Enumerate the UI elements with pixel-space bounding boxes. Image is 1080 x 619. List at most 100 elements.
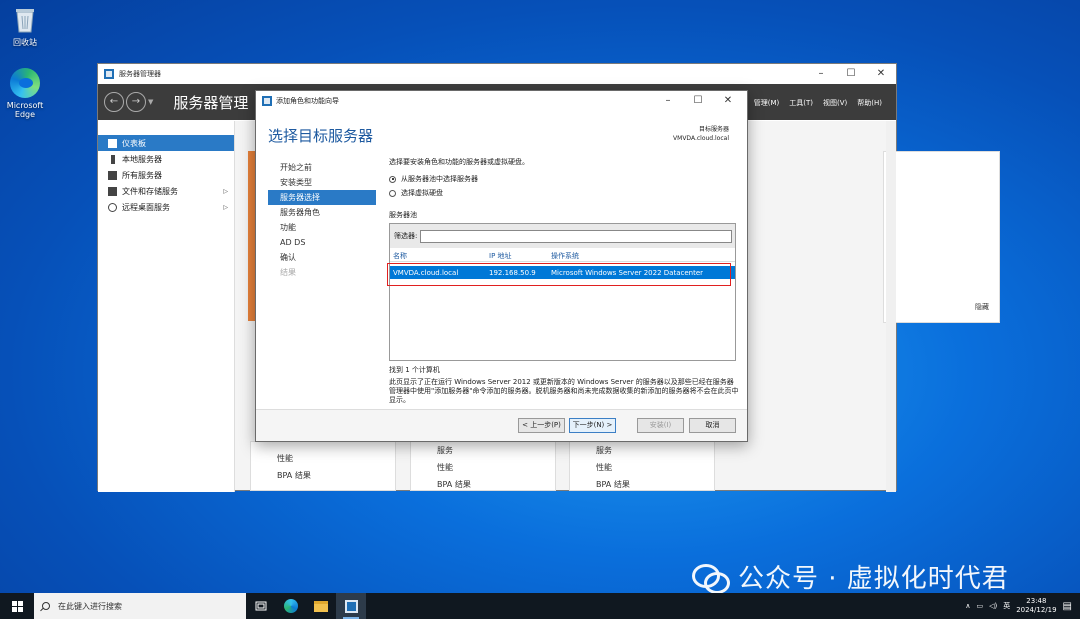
storage-icon xyxy=(108,186,117,196)
radio-unselected-icon xyxy=(389,189,396,197)
radio-server-pool[interactable]: 从服务器池中选择服务器 xyxy=(389,174,739,184)
column-name[interactable]: 名称 xyxy=(390,251,486,261)
recycle-bin-desktop-icon[interactable]: 回收站 xyxy=(0,6,50,48)
expand-arrow-icon[interactable]: ▷ xyxy=(223,204,228,211)
destination-label: 目标服务器 xyxy=(698,126,729,133)
minimize-button[interactable]: – xyxy=(806,64,836,84)
menu-view[interactable]: 视图(V) xyxy=(823,98,847,108)
step-ad-ds[interactable]: AD DS xyxy=(268,235,376,250)
welcome-panel: 隐藏 xyxy=(883,151,1000,323)
wizard-footer: < 上一步(P) 下一步(N) > 安装(I) 取消 xyxy=(256,409,747,441)
step-installation-type[interactable]: 安装类型 xyxy=(268,175,376,190)
destination-server: 目标服务器 VMVDA.cloud.local xyxy=(673,125,729,143)
found-count: 找到 1 个计算机 xyxy=(389,366,440,374)
nav-local-server[interactable]: 本地服务器 xyxy=(98,151,234,167)
task-view-icon xyxy=(255,601,267,611)
wizard-steps: 开始之前 安装类型 服务器选择 服务器角色 功能 AD DS 确认 结果 xyxy=(268,160,376,280)
server-pool-label: 服务器池 xyxy=(389,211,417,219)
tile-item[interactable]: BPA 结果 xyxy=(596,476,714,493)
radio-virtual-disk[interactable]: 选择虚拟硬盘 xyxy=(389,188,739,198)
wizard-maximize-button[interactable]: ☐ xyxy=(683,91,713,111)
taskbar: 在此键入进行搜索 ∧ ▭ ◁) 英 23:48 2024/12/19 ▤ xyxy=(0,593,1080,619)
tile-item[interactable]: 服务 xyxy=(437,442,555,459)
radio-selected-icon xyxy=(389,175,396,183)
previous-button[interactable]: < 上一步(P) xyxy=(518,418,565,433)
cancel-button[interactable]: 取消 xyxy=(689,418,736,433)
radio-label: 从服务器池中选择服务器 xyxy=(401,175,478,183)
clock[interactable]: 23:48 2024/12/19 xyxy=(1016,597,1056,615)
start-button[interactable] xyxy=(0,593,34,619)
column-ip[interactable]: IP 地址 xyxy=(486,251,548,261)
recycle-bin-icon xyxy=(12,6,38,34)
edge-icon xyxy=(284,599,298,613)
wizard-title: 添加角色和功能向导 xyxy=(276,97,339,105)
forward-button[interactable]: → xyxy=(126,92,146,112)
column-os[interactable]: 操作系统 xyxy=(548,251,579,261)
history-dropdown-icon[interactable]: ▼ xyxy=(148,98,153,106)
expand-arrow-icon[interactable]: ▷ xyxy=(223,188,228,195)
recycle-bin-label: 回收站 xyxy=(13,38,37,47)
network-icon[interactable]: ▭ xyxy=(976,602,983,610)
step-features[interactable]: 功能 xyxy=(268,220,376,235)
menu-tools[interactable]: 工具(T) xyxy=(789,98,813,108)
clock-time: 23:48 xyxy=(1026,597,1047,605)
nav-label: 远程桌面服务 xyxy=(122,202,170,212)
radio-label: 选择虚拟硬盘 xyxy=(401,189,443,197)
wizard-close-button[interactable]: ✕ xyxy=(713,91,743,111)
step-server-selection[interactable]: 服务器选择 xyxy=(268,190,376,205)
chevron-up-icon[interactable]: ∧ xyxy=(965,602,970,610)
wizard-heading: 选择目标服务器 xyxy=(268,127,374,145)
tile-item[interactable]: 性能 xyxy=(437,459,555,476)
folder-icon xyxy=(314,600,328,612)
taskbar-search[interactable]: 在此键入进行搜索 xyxy=(34,593,246,619)
server-note: 此页显示了正在运行 Windows Server 2012 或更新版本的 Win… xyxy=(389,378,739,404)
dashboard-icon xyxy=(108,138,117,148)
tile-item[interactable]: BPA 结果 xyxy=(277,467,395,484)
filter-input[interactable] xyxy=(420,229,733,243)
close-button[interactable]: ✕ xyxy=(866,64,896,84)
nav-file-storage[interactable]: 文件和存储服务 ▷ xyxy=(98,183,234,199)
step-confirmation[interactable]: 确认 xyxy=(268,250,376,265)
step-before-you-begin[interactable]: 开始之前 xyxy=(268,160,376,175)
step-results: 结果 xyxy=(280,268,296,277)
taskbar-explorer-button[interactable] xyxy=(306,593,336,619)
menu-manage[interactable]: 管理(M) xyxy=(754,98,780,108)
notification-icon[interactable]: ▤ xyxy=(1063,601,1072,612)
filter-row: 筛选器: xyxy=(390,224,735,248)
back-button[interactable]: ← xyxy=(104,92,124,112)
nav-label: 仪表板 xyxy=(122,138,146,148)
highlight-annotation-box xyxy=(387,263,731,286)
volume-icon[interactable]: ◁) xyxy=(989,602,997,610)
tile-item[interactable]: 服务 xyxy=(596,442,714,459)
server-pool-list: 筛选器: 名称 IP 地址 操作系统 VMVDA.cloud.local 192… xyxy=(389,223,736,361)
step-server-roles[interactable]: 服务器角色 xyxy=(268,205,376,220)
task-view-button[interactable] xyxy=(246,593,276,619)
menu-help[interactable]: 帮助(H) xyxy=(857,98,882,108)
nav-remote-desktop[interactable]: 远程桌面服务 ▷ xyxy=(98,199,234,215)
hide-link[interactable]: 隐藏 xyxy=(975,302,989,312)
taskbar-server-manager-button[interactable] xyxy=(336,593,366,619)
next-button[interactable]: 下一步(N) > xyxy=(569,418,616,433)
wizard-titlebar: 添加角色和功能向导 – ☐ ✕ xyxy=(256,91,747,111)
tile-item[interactable]: 性能 xyxy=(596,459,714,476)
edge-desktop-icon[interactable]: Microsoft Edge xyxy=(0,68,50,119)
wizard-minimize-button[interactable]: – xyxy=(653,91,683,111)
destination-value: VMVDA.cloud.local xyxy=(673,135,729,142)
input-language[interactable]: 英 xyxy=(1003,601,1010,611)
install-button: 安装(I) xyxy=(637,418,684,433)
tile-item[interactable]: 性能 xyxy=(277,450,395,467)
edge-label: Microsoft Edge xyxy=(6,101,44,119)
tile-item[interactable]: BPA 结果 xyxy=(437,476,555,493)
nav-label: 本地服务器 xyxy=(122,154,162,164)
clock-date: 2024/12/19 xyxy=(1016,606,1057,614)
nav-dashboard[interactable]: 仪表板 xyxy=(98,135,234,151)
vertical-scrollbar[interactable] xyxy=(886,121,896,492)
server-manager-sidebar: 仪表板 本地服务器 所有服务器 文件和存储服务 ▷ 远程桌面服务 ▷ xyxy=(98,121,235,492)
nav-all-servers[interactable]: 所有服务器 xyxy=(98,167,234,183)
maximize-button[interactable]: ☐ xyxy=(836,64,866,84)
taskbar-edge-button[interactable] xyxy=(276,593,306,619)
nav-label: 所有服务器 xyxy=(122,170,162,180)
filter-label: 筛选器: xyxy=(394,232,418,240)
servers-icon xyxy=(108,170,117,180)
server-icon xyxy=(111,154,115,164)
